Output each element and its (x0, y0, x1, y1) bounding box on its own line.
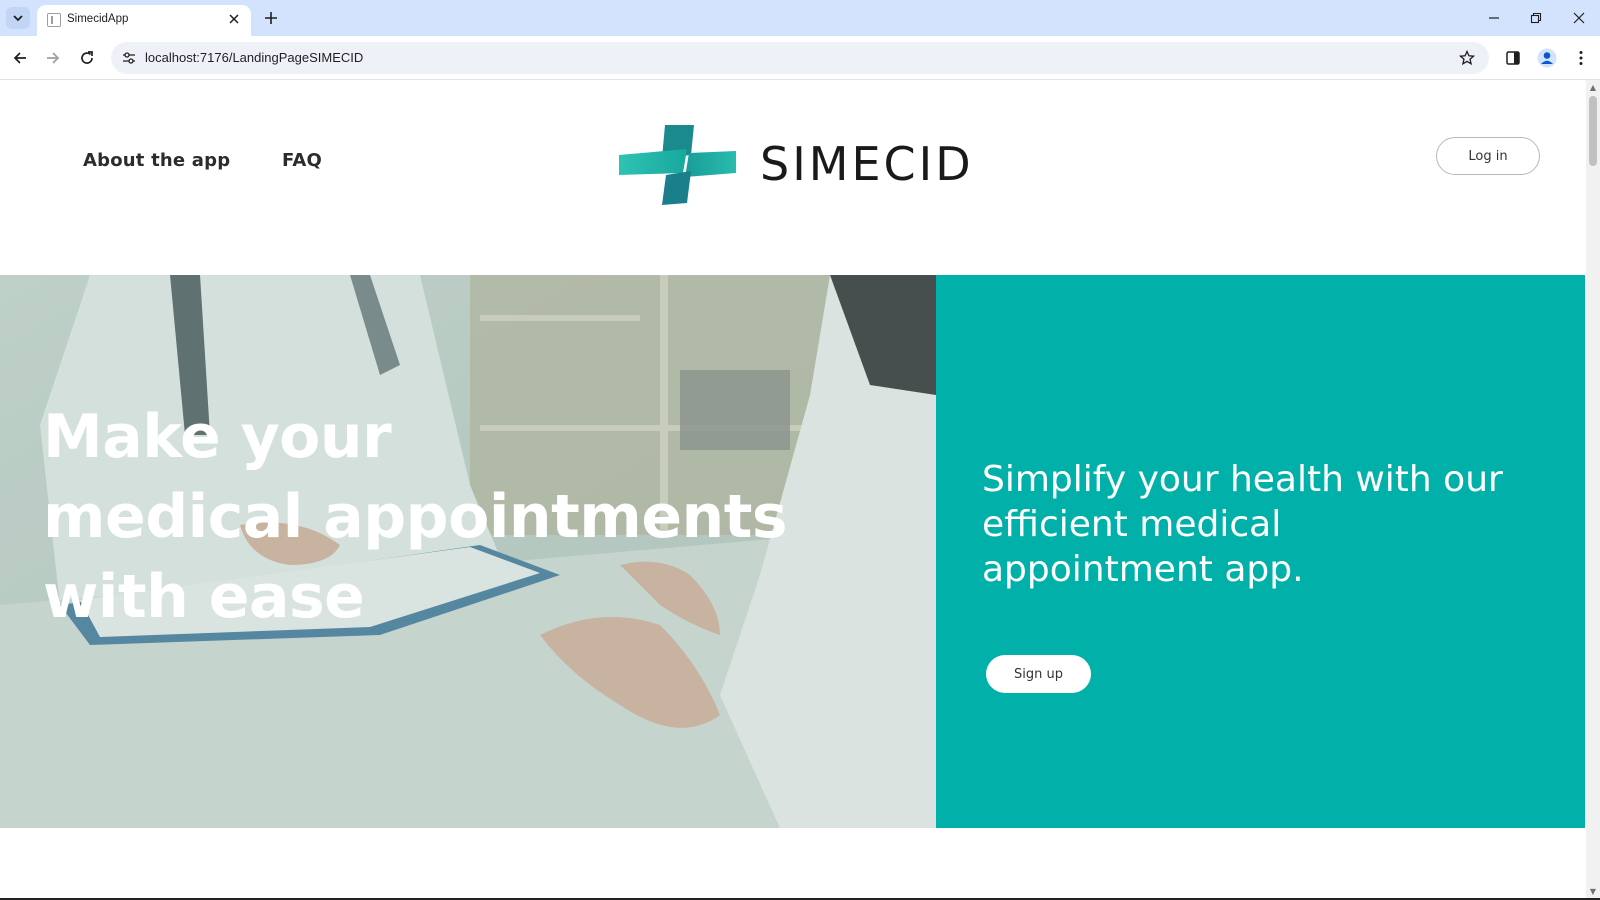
tune-icon (123, 52, 135, 64)
hero-subtitle-line: appointment app. (982, 549, 1304, 590)
site-info-button[interactable] (117, 46, 141, 70)
login-button[interactable]: Log in (1436, 137, 1540, 175)
arrow-right-icon (47, 52, 60, 64)
kebab-menu-icon (1579, 51, 1583, 65)
hero-subtitle-line: efficient medical (982, 504, 1282, 545)
hero-headline: Make your medical appointments with ease (43, 397, 903, 637)
logo-wordmark: SIMECID (760, 137, 974, 191)
browser-tab-bar: SimecidApp (0, 0, 1600, 36)
nav-about-link[interactable]: About the app (83, 150, 230, 171)
restore-button[interactable] (1523, 6, 1549, 30)
hero-subtitle: Simplify your health with our efficient … (982, 457, 1562, 592)
avatar-icon (1537, 48, 1557, 68)
hero-section: Make your medical appointments with ease… (0, 275, 1585, 828)
tab-search-button[interactable] (6, 7, 30, 29)
scroll-up-arrow-icon[interactable]: ▲ (1589, 84, 1597, 92)
hero-headline-line: medical appointments (43, 482, 788, 552)
page-content: About the app FAQ SIMECID Log in Make yo… (0, 80, 1585, 900)
doctor-patient-photo: Make your medical appointments with ease (0, 275, 936, 828)
signup-button[interactable]: Sign up (986, 655, 1091, 693)
browser-toolbar: localhost:7176/LandingPageSIMECID (0, 36, 1600, 80)
hero-headline-line: Make your (43, 402, 392, 472)
forward-button[interactable] (40, 45, 66, 71)
site-header: About the app FAQ SIMECID Log in (0, 80, 1585, 275)
back-button[interactable] (7, 45, 33, 71)
simecid-logo[interactable]: SIMECID (619, 125, 1014, 205)
hero-headline-line: with ease (43, 562, 365, 632)
close-tab-button[interactable] (225, 10, 243, 28)
browser-tab[interactable]: SimecidApp (37, 5, 251, 36)
minimize-button[interactable] (1481, 6, 1507, 30)
scroll-down-arrow-icon[interactable]: ▼ (1589, 888, 1597, 896)
hero-subtitle-line: Simplify your health with our (982, 459, 1503, 500)
side-panel-button[interactable] (1500, 45, 1526, 71)
close-icon (1573, 12, 1585, 24)
chevron-down-icon (13, 15, 23, 22)
reload-icon (81, 51, 93, 64)
address-bar[interactable]: localhost:7176/LandingPageSIMECID (111, 42, 1489, 74)
hero-teal-panel: Simplify your health with our efficient … (936, 275, 1585, 828)
page-scrollbar[interactable]: ▲ ▼ (1586, 80, 1600, 900)
medical-cross-logo-icon (619, 125, 736, 205)
close-icon (229, 14, 239, 24)
reload-button[interactable] (74, 45, 100, 71)
star-icon (1459, 50, 1475, 66)
tab-title: SimecidApp (67, 13, 129, 25)
side-panel-icon (1506, 51, 1520, 65)
arrow-left-icon (13, 52, 26, 64)
nav-faq-link[interactable]: FAQ (282, 150, 322, 171)
browser-menu-button[interactable] (1568, 45, 1594, 71)
close-window-button[interactable] (1566, 6, 1592, 30)
bookmark-button[interactable] (1455, 46, 1479, 70)
page-favicon-icon (47, 13, 61, 27)
profile-button[interactable] (1534, 45, 1560, 71)
minimize-icon (1489, 17, 1499, 19)
url-text: localhost:7176/LandingPageSIMECID (145, 50, 364, 65)
restore-icon (1530, 12, 1542, 24)
new-tab-button[interactable] (261, 8, 281, 28)
scrollbar-thumb[interactable] (1589, 96, 1597, 166)
plus-icon (265, 12, 277, 24)
